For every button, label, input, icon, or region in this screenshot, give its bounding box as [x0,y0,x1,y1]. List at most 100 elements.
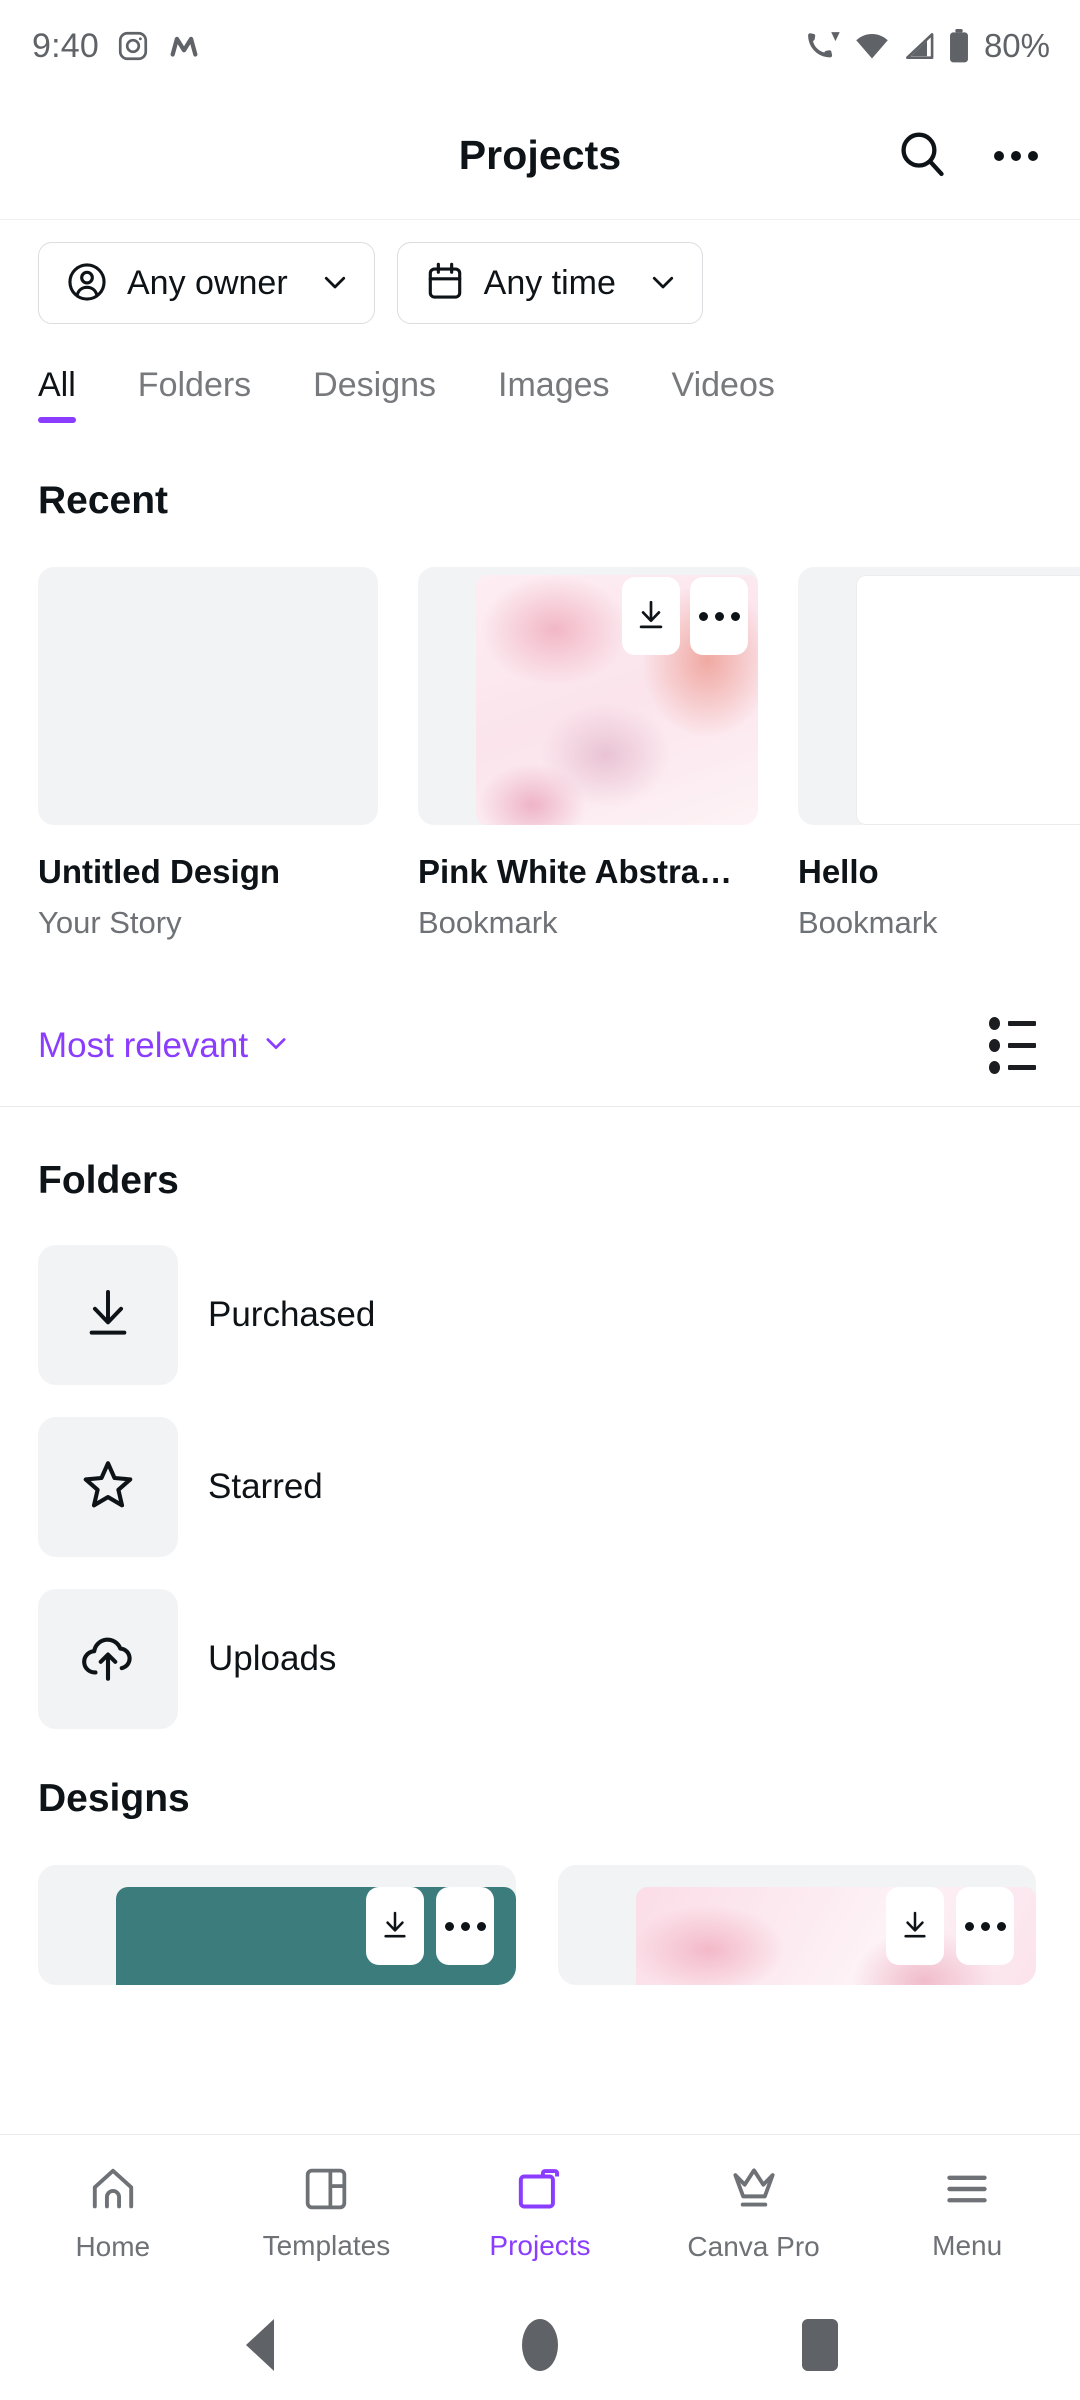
nav-label: Menu [932,2229,1003,2261]
filter-any-owner-label: Any owner [127,263,288,302]
folder-label: Uploads [208,1639,337,1678]
filter-row: Any owner Any time [0,242,1080,324]
download-button[interactable] [366,1887,424,1965]
design-card[interactable] [558,1865,1036,1985]
recent-heading: Recent [38,479,169,522]
recent-card-subtitle: Bookmark [798,905,938,940]
more-options-icon [698,611,740,621]
battery-percent-label: 80% [983,27,1050,64]
download-icon [634,598,668,635]
tab-images[interactable]: Images [498,366,610,423]
android-system-nav [0,2290,1080,2400]
design-card-actions [886,1887,1014,1965]
search-button[interactable] [886,120,958,192]
status-bar-right: 80% [803,27,1050,65]
battery-icon [948,29,970,63]
chevron-down-icon [262,1029,290,1062]
sort-dropdown[interactable]: Most relevant [38,1026,290,1066]
recent-card[interactable]: Pink White Abstra… Bookmark [418,567,758,941]
back-triangle-icon [246,2319,274,2371]
download-button[interactable] [622,577,680,655]
android-recents-button[interactable] [760,2290,880,2400]
tab-folders[interactable]: Folders [138,366,251,423]
list-line [989,1039,1036,1052]
nav-item-templates[interactable]: Templates [231,2164,421,2262]
content-scroll-area[interactable]: Any owner Any time All Folders Designs I… [0,220,1080,2134]
folder-label: Purchased [208,1295,376,1334]
download-button[interactable] [886,1887,944,1965]
download-icon [899,1909,931,1944]
nav-item-home[interactable]: Home [18,2163,208,2263]
cellular-signal-icon [903,31,935,61]
recent-card-title: Untitled Design [38,853,281,890]
more-options-icon [994,150,1038,161]
more-options-button[interactable] [690,577,748,655]
recent-card-title: Hello [798,853,879,890]
more-options-button[interactable] [436,1887,494,1965]
folder-icon-box [38,1245,178,1385]
search-icon [896,128,948,183]
recent-card-subtitle: Your Story [38,905,182,940]
designs-card-row[interactable] [0,1865,1080,1985]
nav-item-menu[interactable]: Menu [872,2164,1062,2262]
recents-square-icon [802,2319,838,2371]
recent-card[interactable]: Hello Bookmark [798,567,1080,941]
design-card-actions [366,1887,494,1965]
recent-card-thumbnail[interactable] [798,567,1080,825]
instagram-icon [116,29,150,63]
recent-card-row[interactable]: Untitled Design Your Story Pink White Ab… [0,567,1080,941]
download-icon [379,1909,411,1944]
status-bar: 9:40 80% [0,0,1080,92]
header-actions [886,120,1052,192]
nav-label: Canva Pro [687,2230,820,2262]
recent-section: Recent Untitled Design Your Story Pink W… [0,479,1080,941]
nav-item-canva-pro[interactable]: Canva Pro [659,2163,849,2263]
more-options-icon [964,1921,1006,1931]
android-home-button[interactable] [480,2290,600,2400]
home-circle-icon [522,2319,558,2371]
app-header: Projects [0,92,1080,220]
templates-icon [301,2164,351,2217]
more-options-icon [444,1921,486,1931]
more-options-button[interactable] [980,120,1052,192]
nav-label: Templates [262,2229,391,2261]
m-app-icon [167,29,201,63]
recent-card[interactable]: Untitled Design Your Story [38,567,378,941]
app-screen: 9:40 80% Projects Any owner Any time All… [0,0,1080,2400]
nav-label: Projects [489,2229,591,2261]
folder-item-purchased[interactable]: Purchased [0,1245,1080,1385]
nav-item-projects[interactable]: Projects [445,2164,635,2262]
list-view-icon[interactable] [983,1011,1042,1080]
designs-heading: Designs [38,1777,190,1820]
cloud-upload-icon [79,1628,137,1691]
filter-any-time[interactable]: Any time [396,242,703,324]
star-outline-icon [79,1456,137,1519]
person-circle-icon [65,260,109,307]
tab-all[interactable]: All [38,366,76,423]
folder-item-starred[interactable]: Starred [0,1417,1080,1557]
folders-heading: Folders [38,1159,179,1202]
tab-videos[interactable]: Videos [672,366,775,423]
download-button[interactable] [1070,577,1080,655]
call-wifi-icon [803,29,841,63]
wifi-icon [854,31,890,61]
recent-card-thumbnail[interactable] [38,567,378,825]
recent-card-thumbnail[interactable] [418,567,758,825]
chevron-down-icon [320,267,350,300]
list-line [989,1017,1036,1030]
home-icon [87,2163,139,2218]
more-options-button[interactable] [956,1887,1014,1965]
folder-label: Starred [208,1467,323,1506]
list-line [989,1061,1036,1074]
download-icon [80,1285,136,1346]
design-card[interactable] [38,1865,516,1985]
folders-section: Folders Purchased Starred Uploads [0,1159,1080,1729]
status-clock: 9:40 [32,26,99,65]
android-back-button[interactable] [200,2290,320,2400]
hamburger-menu-icon [942,2164,992,2217]
folder-item-uploads[interactable]: Uploads [0,1589,1080,1729]
folder-icon-box [38,1417,178,1557]
filter-any-owner[interactable]: Any owner [38,242,375,324]
tab-designs[interactable]: Designs [313,366,436,423]
folder-icon [515,2164,565,2217]
